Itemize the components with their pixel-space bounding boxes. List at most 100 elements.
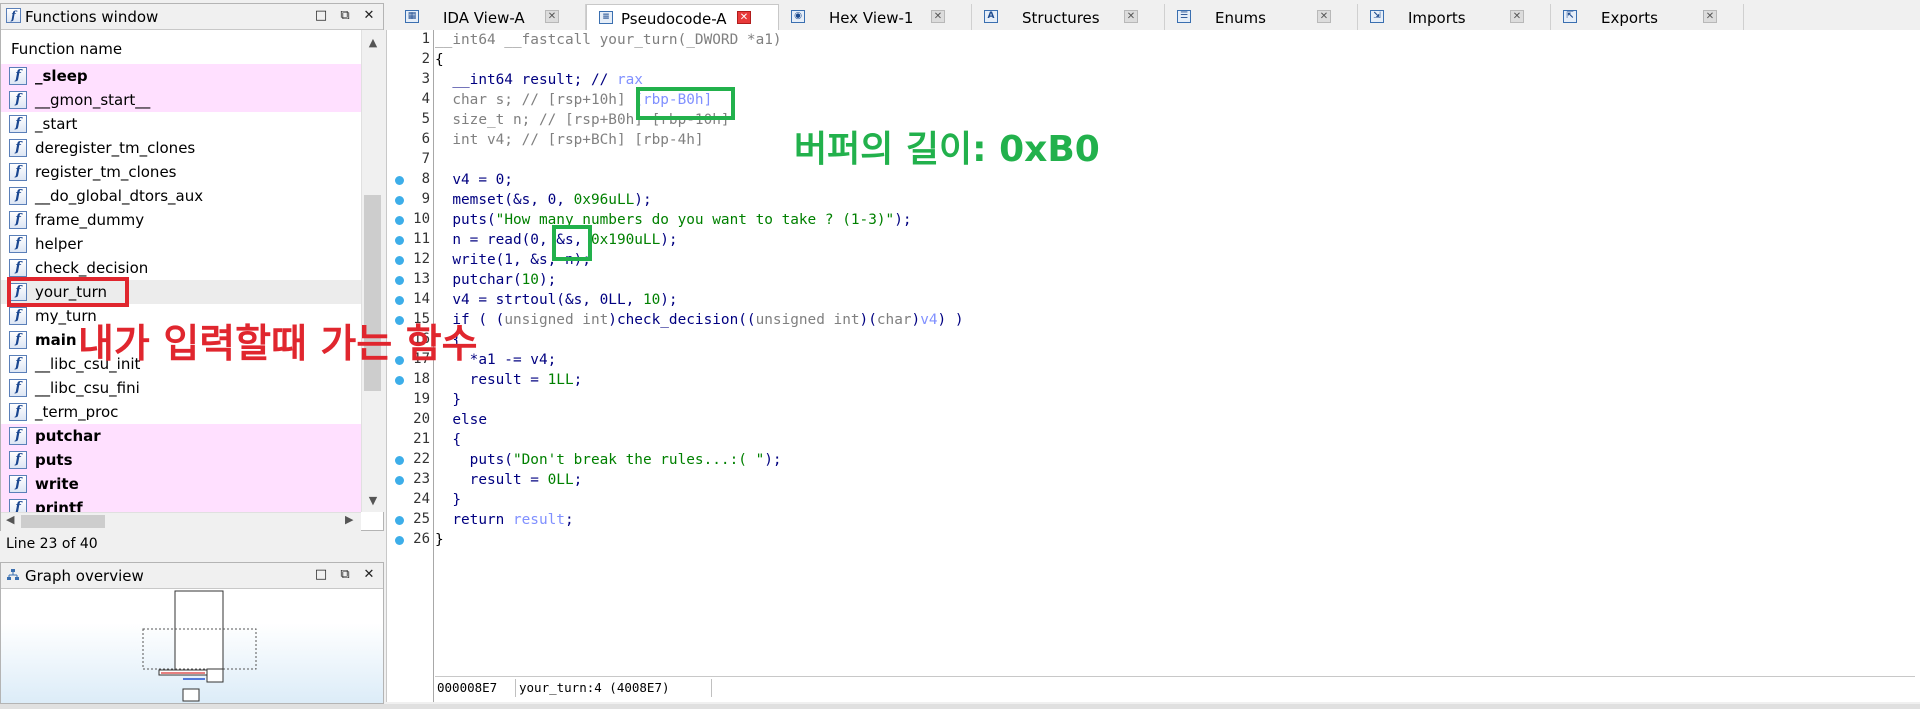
function-list-item[interactable]: f __gmon_start__ <box>1 88 361 112</box>
gutter-line[interactable]: 7 <box>387 150 433 170</box>
gutter-line[interactable]: 5 <box>387 110 433 130</box>
function-list-item[interactable]: f helper <box>1 232 361 256</box>
code-line-1[interactable]: __int64 __fastcall your_turn(_DWORD *a1) <box>435 30 782 50</box>
gutter-line[interactable]: 2 <box>387 50 433 70</box>
graph-overview-titlebar[interactable]: Graph overview □ ⧉ ✕ <box>1 563 383 589</box>
code-line-8[interactable]: v4 = 0; <box>435 170 513 190</box>
code-line-10[interactable]: puts("How many numbers do you want to ta… <box>435 210 911 230</box>
breakpoint-dot-icon[interactable] <box>395 196 404 205</box>
gutter-line[interactable]: 19 <box>387 390 433 410</box>
gutter-line[interactable]: 25 <box>387 510 433 530</box>
breakpoint-dot-icon[interactable] <box>395 276 404 285</box>
gutter-line[interactable]: 21 <box>387 430 433 450</box>
close-icon[interactable]: ✕ <box>931 10 945 23</box>
code-line-3[interactable]: __int64 result; // rax <box>435 70 643 90</box>
code-line-24[interactable]: } <box>435 490 461 510</box>
breakpoint-dot-icon[interactable] <box>395 476 404 485</box>
horizontal-scrollbar[interactable]: ◀ ▶ <box>1 512 361 531</box>
code-line-15[interactable]: if ( (unsigned int)check_decision((unsig… <box>435 310 963 330</box>
gutter-line[interactable]: 10 <box>387 210 433 230</box>
close-button[interactable]: ✕ <box>359 566 379 584</box>
function-list-item[interactable]: f __do_global_dtors_aux <box>1 184 361 208</box>
hscroll-thumb[interactable] <box>21 515 105 528</box>
gutter-line[interactable]: 18 <box>387 370 433 390</box>
function-list-item[interactable]: f write <box>1 472 361 496</box>
breakpoint-dot-icon[interactable] <box>395 296 404 305</box>
graph-overview-canvas[interactable] <box>1 589 383 703</box>
function-list-item[interactable]: f printf <box>1 496 361 512</box>
tab-enums[interactable]: ☰ Enums ✕ <box>1165 4 1358 30</box>
code-line-20[interactable]: else <box>435 410 487 430</box>
restore-button[interactable]: ⧉ <box>335 566 355 584</box>
gutter-line[interactable]: 1 <box>387 30 433 50</box>
tab-pseudocode-a[interactable]: ≡ Pseudocode-A ✕ <box>586 4 779 31</box>
scroll-left-icon[interactable]: ◀ <box>6 513 14 526</box>
float-button[interactable]: □ <box>311 566 331 584</box>
code-line-13[interactable]: putchar(10); <box>435 270 556 290</box>
function-list-item[interactable]: f putchar <box>1 424 361 448</box>
close-icon[interactable]: ✕ <box>1124 10 1138 23</box>
function-list-item[interactable]: f _start <box>1 112 361 136</box>
code-area[interactable]: __int64 __fastcall your_turn(_DWORD *a1)… <box>435 30 1915 670</box>
tab-ida-view-a[interactable]: ▦ IDA View-A ✕ <box>393 4 586 30</box>
function-list-item[interactable]: f __libc_csu_fini <box>1 376 361 400</box>
function-list-item[interactable]: f _sleep <box>1 64 361 88</box>
vertical-scrollbar[interactable]: ▲ ▼ <box>361 30 384 512</box>
close-icon[interactable]: ✕ <box>1510 10 1524 23</box>
breakpoint-dot-icon[interactable] <box>395 256 404 265</box>
code-line-6[interactable]: int v4; // [rsp+BCh] [rbp-4h] <box>435 130 703 150</box>
close-icon[interactable]: ✕ <box>1703 10 1717 23</box>
code-line-19[interactable]: } <box>435 390 461 410</box>
code-line-18[interactable]: result = 1LL; <box>435 370 583 390</box>
close-icon[interactable]: ✕ <box>1317 10 1331 23</box>
breakpoint-dot-icon[interactable] <box>395 216 404 225</box>
gutter-line[interactable]: 6 <box>387 130 433 150</box>
function-list-item[interactable]: f _term_proc <box>1 400 361 424</box>
gutter-line[interactable]: 3 <box>387 70 433 90</box>
gutter-line[interactable]: 14 <box>387 290 433 310</box>
float-button[interactable]: □ <box>311 7 331 25</box>
close-button[interactable]: ✕ <box>359 7 379 25</box>
gutter-line[interactable]: 13 <box>387 270 433 290</box>
scroll-up-icon[interactable]: ▲ <box>362 36 384 49</box>
breakpoint-dot-icon[interactable] <box>395 236 404 245</box>
code-line-21[interactable]: { <box>435 430 461 450</box>
scroll-down-icon[interactable]: ▼ <box>362 494 384 507</box>
close-icon[interactable]: ✕ <box>545 10 559 23</box>
breakpoint-dot-icon[interactable] <box>395 456 404 465</box>
function-list-item[interactable]: f deregister_tm_clones <box>1 136 361 160</box>
gutter-line[interactable]: 11 <box>387 230 433 250</box>
restore-button[interactable]: ⧉ <box>335 7 355 25</box>
tab-imports[interactable]: ⇲ Imports ✕ <box>1358 4 1551 30</box>
code-line-9[interactable]: memset(&s, 0, 0x96uLL); <box>435 190 651 210</box>
gutter-line[interactable]: 26 <box>387 530 433 550</box>
code-line-26[interactable]: } <box>435 530 444 550</box>
breakpoint-dot-icon[interactable] <box>395 516 404 525</box>
function-list-item[interactable]: f puts <box>1 448 361 472</box>
functions-window-titlebar[interactable]: f Functions window □ ⧉ ✕ <box>1 4 383 30</box>
tab-exports[interactable]: ⇱ Exports ✕ <box>1551 4 1744 30</box>
gutter-line[interactable]: 12 <box>387 250 433 270</box>
gutter-line[interactable]: 24 <box>387 490 433 510</box>
pseudocode-view[interactable]: 1 2 3 4 5 6 7 8 9 10 11 12 13 14 15 16 17 18 19 20 21 22 23 24 2… <box>386 30 1920 702</box>
function-list-item[interactable]: f register_tm_clones <box>1 160 361 184</box>
tab-structures[interactable]: A Structures ✕ <box>972 4 1165 30</box>
close-icon[interactable]: ✕ <box>737 11 751 24</box>
code-line-25[interactable]: return result; <box>435 510 573 530</box>
code-line-23[interactable]: result = 0LL; <box>435 470 583 490</box>
gutter-line[interactable]: 20 <box>387 410 433 430</box>
gutter-line[interactable]: 9 <box>387 190 433 210</box>
code-line-2[interactable]: { <box>435 50 444 70</box>
gutter-line[interactable]: 22 <box>387 450 433 470</box>
function-list-item[interactable]: f frame_dummy <box>1 208 361 232</box>
breakpoint-dot-icon[interactable] <box>395 376 404 385</box>
breakpoint-dot-icon[interactable] <box>395 176 404 185</box>
gutter-line[interactable]: 23 <box>387 470 433 490</box>
column-header-function-name[interactable]: Function name <box>1 30 361 64</box>
tab-hex-view-1[interactable]: ◉ Hex View-1 ✕ <box>779 4 972 30</box>
code-line-22[interactable]: puts("Don't break the rules...:( "); <box>435 450 782 470</box>
gutter-line[interactable]: 4 <box>387 90 433 110</box>
gutter-line[interactable]: 8 <box>387 170 433 190</box>
breakpoint-dot-icon[interactable] <box>395 536 404 545</box>
code-line-14[interactable]: v4 = strtoul(&s, 0LL, 10); <box>435 290 677 310</box>
